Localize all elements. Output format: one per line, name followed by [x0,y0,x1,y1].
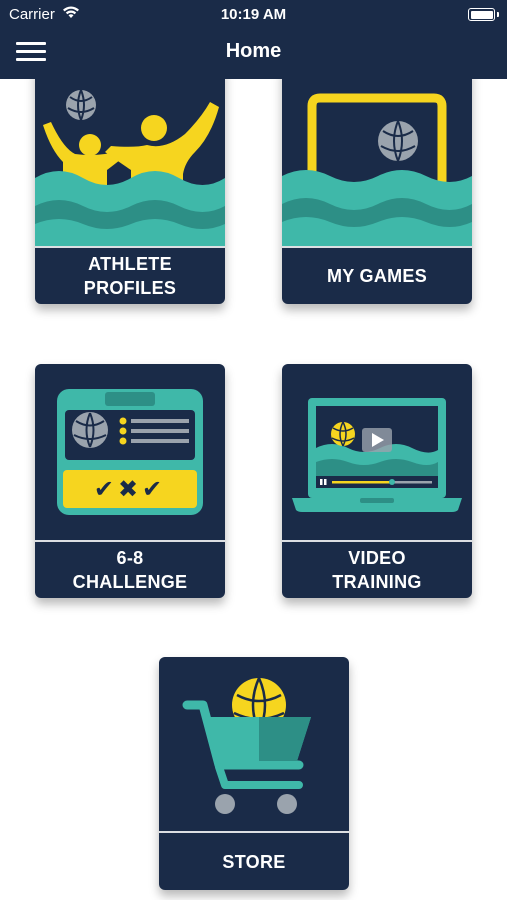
shopping-cart-with-ball-illustration [182,677,311,814]
laptop-video-player-illustration [292,398,462,512]
scoreboard-checklist-illustration [57,389,203,515]
top-navigation-bar: Carrier 10:19 AM Home [0,0,507,79]
store-label: STORE [222,851,286,872]
my-games-label: MY GAMES [326,266,428,286]
athlete-profiles-tile[interactable]: ATHLETE PROFILES [35,66,225,304]
athlete-profiles-label: ATHLETE PROFILES [83,254,177,298]
six-eight-challenge-label: 6-8 CHALLENGE [72,548,188,592]
my-games-tile[interactable]: MY GAMES [282,66,472,304]
goal-with-ball-illustration [282,93,472,246]
page-title: Home [225,40,282,62]
status-bar: Carrier 10:19 AM [0,0,507,30]
video-training-label: VIDEO TRAINING [332,548,422,592]
status-time: 10:19 AM [220,6,287,23]
video-training-tile[interactable]: VIDEO TRAINING [282,364,472,598]
six-eight-challenge-tile[interactable]: ✔✖✔ 6-8 CHALLENGE [35,364,225,598]
store-tile[interactable]: STORE [159,657,349,890]
swimmers-with-ball-illustration [35,89,225,246]
battery-icon [468,8,499,21]
challenge-marks: ✔✖✔ [93,475,167,503]
